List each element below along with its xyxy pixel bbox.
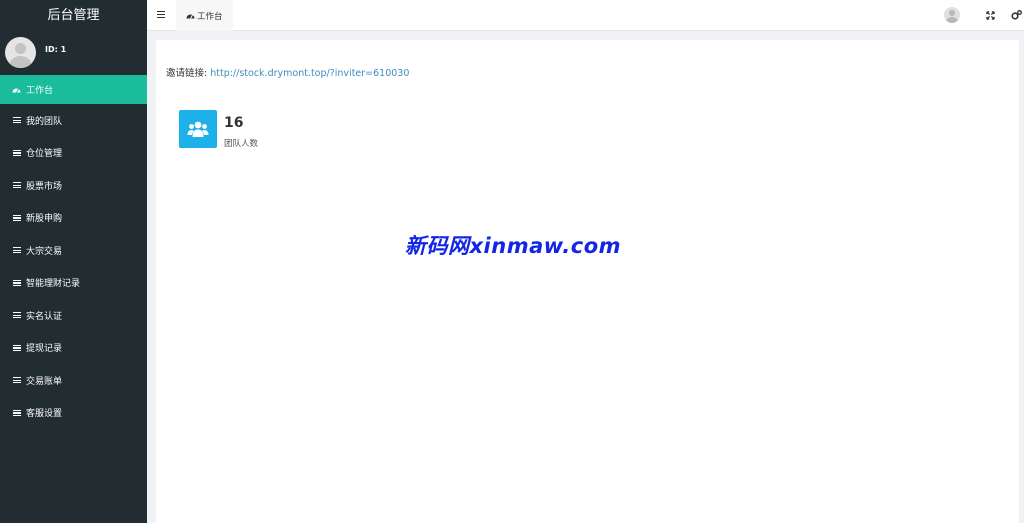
sidebar-item-label: 客服设置	[26, 409, 63, 420]
sidebar-item-label: 新股申购	[26, 214, 63, 225]
watermark-text: 新码网xinmaw.com	[405, 234, 622, 258]
sidebar-item-label: 我的团队	[26, 116, 63, 127]
user-avatar[interactable]	[5, 37, 36, 68]
sidebar-item-label: 提现记录	[26, 344, 63, 355]
sidebar-item-label: 大宗交易	[26, 246, 63, 257]
app-title: 后台管理	[47, 8, 100, 23]
list-icon	[12, 312, 21, 319]
list-icon	[12, 409, 21, 416]
list-icon	[12, 377, 21, 384]
sidebar-item-verification[interactable]: 实名认证	[0, 299, 147, 332]
sidebar-menu: 工作台 我的团队 仓位管理 股票市场 新股申购 大宗交易 智能理财记录 实名认证…	[0, 75, 147, 429]
sidebar-item-withdrawals[interactable]: 提现记录	[0, 332, 147, 365]
sidebar-item-trade-bills[interactable]: 交易账单	[0, 364, 147, 397]
list-icon	[12, 247, 21, 254]
sidebar-item-label: 仓位管理	[26, 149, 63, 160]
sidebar-item-label: 实名认证	[26, 311, 63, 322]
sidebar-item-positions[interactable]: 仓位管理	[0, 137, 147, 170]
fullscreen-icon[interactable]	[984, 9, 996, 21]
settings-icon[interactable]	[1010, 9, 1022, 21]
tab-dashboard[interactable]: 工作台	[176, 0, 233, 31]
sidebar-item-smart-finance[interactable]: 智能理财记录	[0, 267, 147, 300]
sidebar-item-label: 智能理财记录	[26, 279, 81, 290]
user-avatar-icon[interactable]	[944, 7, 960, 23]
team-stat-card-icon	[179, 110, 217, 148]
sidebar: 后台管理 ID: 1 工作台 我的团队 仓位管理 股票市场 新股申购 大宗交易 …	[0, 0, 147, 523]
list-icon	[12, 117, 21, 124]
sidebar-item-support-settings[interactable]: 客服设置	[0, 397, 147, 430]
list-icon	[12, 279, 21, 286]
invite-label: 邀请链接:	[166, 68, 208, 79]
dashboard-icon	[12, 86, 21, 93]
main-content: 邀请链接: http://stock.drymont.top/?inviter=…	[156, 40, 1019, 523]
sidebar-item-label: 股票市场	[26, 181, 63, 192]
list-icon	[12, 344, 21, 351]
dashboard-icon	[186, 14, 195, 19]
list-icon	[12, 182, 21, 189]
tab-label: 工作台	[197, 11, 223, 22]
sidebar-item-dashboard[interactable]: 工作台	[0, 75, 147, 104]
invite-link[interactable]: http://stock.drymont.top/?inviter=610030	[210, 68, 409, 79]
list-icon	[12, 214, 21, 221]
sidebar-item-ipo-subscription[interactable]: 新股申购	[0, 202, 147, 235]
sidebar-item-label: 工作台	[26, 86, 54, 96]
sidebar-item-label: 交易账单	[26, 376, 63, 387]
sidebar-item-stock-market[interactable]: 股票市场	[0, 169, 147, 202]
sidebar-item-my-team[interactable]: 我的团队	[0, 104, 147, 137]
users-icon	[187, 121, 209, 137]
menu-toggle-icon[interactable]	[157, 11, 165, 18]
list-icon	[12, 149, 21, 156]
team-count-label: 团队人数	[224, 139, 259, 149]
invite-link-row: 邀请链接: http://stock.drymont.top/?inviter=…	[166, 65, 409, 79]
user-panel: ID: 1	[0, 31, 147, 75]
sidebar-item-block-trade[interactable]: 大宗交易	[0, 234, 147, 267]
top-navbar: 工作台	[147, 0, 1024, 31]
team-count: 16	[224, 115, 244, 131]
user-id: ID: 1	[45, 45, 67, 54]
